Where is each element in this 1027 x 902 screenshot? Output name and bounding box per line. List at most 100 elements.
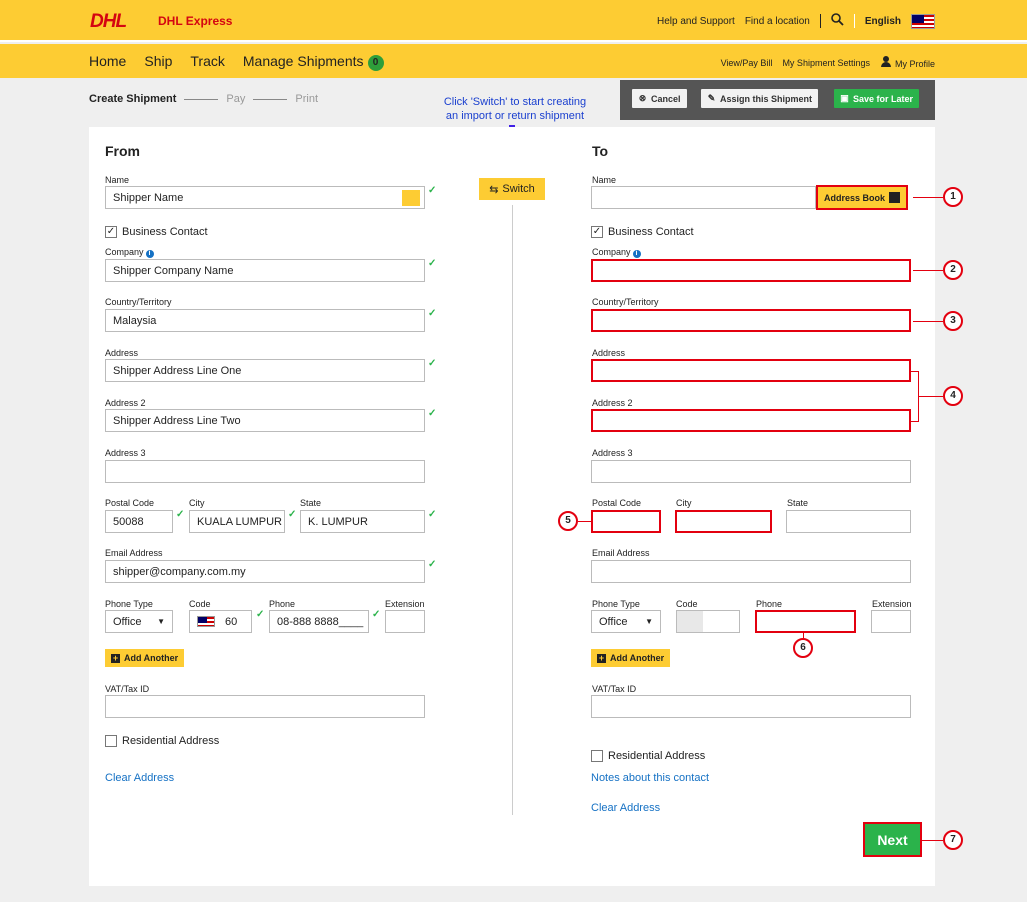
- from-vat-input[interactable]: [105, 695, 425, 718]
- callout-2: 2: [943, 260, 963, 280]
- to-extension-input[interactable]: [871, 610, 911, 633]
- switch-label: Switch: [502, 183, 535, 195]
- malaysia-flag-icon[interactable]: [911, 13, 935, 29]
- from-address3-label: Address 3: [105, 448, 146, 458]
- to-phone-type-select[interactable]: Office ▼: [591, 610, 661, 633]
- save-label: Save for Later: [853, 93, 914, 104]
- assign-shipment-button[interactable]: ✎ Assign this Shipment: [701, 89, 819, 108]
- to-business-contact[interactable]: ✓ Business Contact: [591, 226, 694, 238]
- from-city-input[interactable]: KUALA LUMPUR: [189, 510, 285, 533]
- to-postal-input[interactable]: [591, 510, 661, 533]
- from-email-input[interactable]: shipper@company.com.my: [105, 560, 425, 583]
- nav-ship[interactable]: Ship: [144, 53, 172, 71]
- to-city-label: City: [676, 498, 692, 508]
- shipment-count-badge: 0: [367, 55, 384, 71]
- to-clear-address-link[interactable]: Clear Address: [591, 802, 660, 814]
- to-city-input[interactable]: [675, 510, 772, 533]
- to-company-input[interactable]: [591, 259, 911, 282]
- from-company-input[interactable]: Shipper Company Name: [105, 259, 425, 282]
- from-address-input[interactable]: Shipper Address Line One: [105, 359, 425, 382]
- from-business-contact[interactable]: ✓ Business Contact: [105, 226, 208, 238]
- to-phone-input[interactable]: [755, 610, 856, 633]
- from-address3-input[interactable]: [105, 460, 425, 483]
- from-email-value: shipper@company.com.my: [113, 565, 246, 578]
- shipment-settings-link[interactable]: My Shipment Settings: [782, 58, 870, 68]
- column-divider: [512, 205, 513, 815]
- nav-manage-label: Manage Shipments: [242, 53, 364, 69]
- to-vat-label: VAT/Tax ID: [592, 684, 637, 694]
- help-link[interactable]: Help and Support: [657, 16, 735, 27]
- cancel-icon: ⊗: [638, 93, 647, 103]
- to-name-input[interactable]: [591, 186, 816, 209]
- from-code-input[interactable]: 60: [189, 610, 252, 633]
- next-button[interactable]: Next: [863, 822, 922, 857]
- address-book-icon: [889, 192, 901, 203]
- language-selector[interactable]: English: [865, 16, 901, 27]
- step-line: [184, 98, 219, 100]
- from-country-input[interactable]: Malaysia: [105, 309, 425, 332]
- from-extension-input[interactable]: [385, 610, 425, 633]
- address-book-button[interactable]: Address Book: [816, 185, 909, 210]
- info-icon[interactable]: i: [632, 250, 641, 258]
- search-icon[interactable]: [831, 13, 844, 29]
- from-vat-label: VAT/Tax ID: [105, 684, 150, 694]
- step-pay: Pay: [226, 93, 246, 105]
- code-flag-placeholder: [677, 611, 703, 632]
- dhl-logo[interactable]: DHL: [90, 11, 127, 33]
- from-name-input[interactable]: Shipper Name: [105, 186, 425, 209]
- from-add-another-button[interactable]: + Add Another: [105, 649, 185, 667]
- from-residential-address[interactable]: Residential Address: [105, 735, 219, 747]
- find-location-link[interactable]: Find a location: [745, 16, 810, 27]
- to-vat-input[interactable]: [591, 695, 911, 718]
- to-address3-input[interactable]: [591, 460, 911, 483]
- cancel-label: Cancel: [651, 93, 681, 104]
- to-postal-label: Postal Code: [592, 498, 642, 508]
- from-phone-type-select[interactable]: Office ▼: [105, 610, 173, 633]
- checkbox-unchecked-icon[interactable]: [105, 735, 117, 747]
- callout-1: 1: [943, 187, 963, 207]
- callout-7: 7: [943, 830, 963, 850]
- to-country-input[interactable]: [591, 309, 911, 332]
- checkbox-unchecked-icon[interactable]: [591, 750, 603, 762]
- from-clear-address-link[interactable]: Clear Address: [105, 772, 174, 784]
- next-label: Next: [877, 831, 908, 848]
- from-postal-input[interactable]: 50088: [105, 510, 173, 533]
- checkbox-checked-icon[interactable]: ✓: [591, 226, 603, 238]
- to-address2-input[interactable]: [591, 409, 911, 432]
- to-residential-address[interactable]: Residential Address: [591, 750, 705, 762]
- nav-manage-shipments[interactable]: Manage Shipments 0: [243, 53, 384, 71]
- cancel-button[interactable]: ⊗ Cancel: [632, 89, 687, 108]
- to-code-input[interactable]: [676, 610, 740, 633]
- to-email-input[interactable]: [591, 560, 911, 583]
- to-state-input[interactable]: [786, 510, 911, 533]
- plus-icon: +: [597, 652, 606, 663]
- nav-home[interactable]: Home: [89, 53, 126, 71]
- from-state-input[interactable]: K. LUMPUR: [300, 510, 425, 533]
- info-icon[interactable]: i: [145, 250, 154, 258]
- to-country-label: Country/Territory: [592, 297, 659, 307]
- from-title: From: [105, 143, 140, 159]
- progress-steps: Create Shipment Pay Print: [89, 93, 318, 105]
- checkbox-checked-icon[interactable]: ✓: [105, 226, 117, 238]
- address-book-icon[interactable]: [402, 190, 420, 206]
- callout-line: [918, 396, 943, 397]
- to-add-another-button[interactable]: + Add Another: [591, 649, 671, 667]
- divider: [819, 14, 821, 28]
- view-pay-bill-link[interactable]: View/Pay Bill: [721, 58, 773, 68]
- malaysia-flag-icon: [197, 616, 215, 627]
- to-address-input[interactable]: [591, 359, 911, 382]
- action-panel: ⊗ Cancel ✎ Assign this Shipment ▣ Save for …: [620, 80, 935, 120]
- notes-about-contact-link[interactable]: Notes about this contact: [591, 772, 709, 784]
- to-email-label: Email Address: [592, 548, 650, 558]
- hint-line: an import or return shipment: [445, 110, 585, 122]
- my-profile-link[interactable]: My Profile: [880, 56, 935, 69]
- from-phone-input[interactable]: 08-888 8888____: [269, 610, 369, 633]
- from-country-label: Country/Territory: [105, 297, 172, 307]
- nav-track[interactable]: Track: [190, 53, 224, 71]
- from-address2-input[interactable]: Shipper Address Line Two: [105, 409, 425, 432]
- valid-check-icon: ✓: [372, 609, 381, 620]
- save-for-later-button[interactable]: ▣ Save for Later: [834, 89, 920, 108]
- from-state-value: K. LUMPUR: [308, 515, 368, 528]
- switch-button[interactable]: ⇆ Switch: [479, 178, 545, 200]
- step-print: Print: [295, 93, 319, 105]
